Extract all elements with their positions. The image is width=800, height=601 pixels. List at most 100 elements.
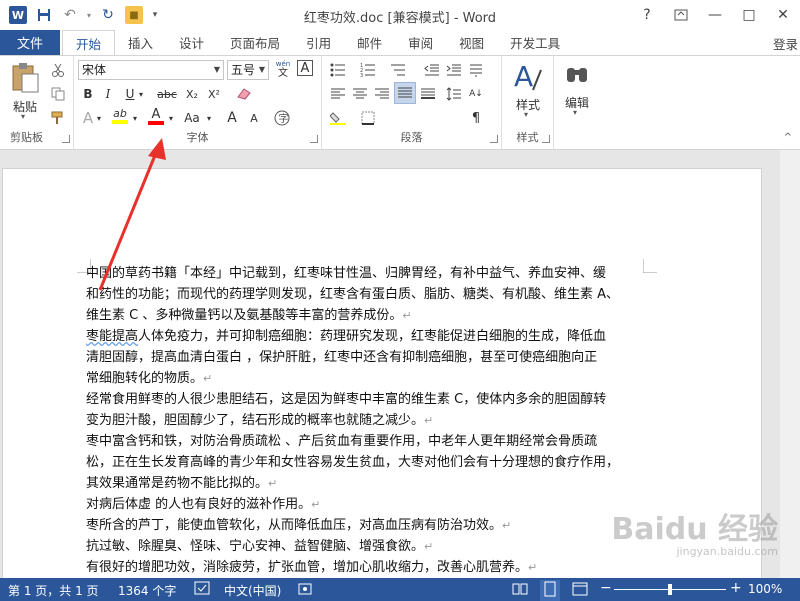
eraser-icon[interactable] <box>234 84 254 104</box>
macro-record-icon[interactable] <box>298 582 312 599</box>
borders-icon[interactable] <box>358 108 378 128</box>
phonetic-guide-button[interactable]: wén 文 <box>273 59 293 79</box>
web-layout-icon[interactable] <box>572 581 588 600</box>
cut-icon[interactable] <box>48 60 68 80</box>
align-center-icon[interactable] <box>350 84 370 104</box>
file-tab[interactable]: 文件 <box>0 30 60 55</box>
maximize-button[interactable]: □ <box>732 0 766 30</box>
chinese-layout-icon[interactable] <box>466 60 486 80</box>
bullets-icon[interactable] <box>328 60 348 80</box>
copy-icon[interactable] <box>48 84 68 104</box>
minimize-button[interactable]: — <box>698 0 732 30</box>
font-color-button[interactable]: A <box>146 106 166 126</box>
language[interactable]: 中文(中国) <box>224 582 281 599</box>
font-name-select[interactable]: 宋体 ▼ <box>78 60 224 80</box>
doc-line: 枣所含的芦丁，能使血管软化，从而降低血压，对高血压病有防治功效。↵ <box>86 518 512 533</box>
close-button[interactable]: ✕ <box>766 0 800 30</box>
vertical-scrollbar[interactable] <box>780 150 800 578</box>
decrease-indent-icon[interactable] <box>422 60 442 80</box>
doc-line: 常细胞转化的物质。↵ <box>86 371 213 386</box>
doc-line: 中国的草药书籍「本经」中记载到，红枣味甘性温、归脾胃经，有补中益气、养血安神、缓 <box>86 266 607 281</box>
show-marks-icon[interactable]: ¶ <box>466 108 486 128</box>
font-color-dropdown-icon[interactable]: ▾ <box>166 108 176 128</box>
styles-button[interactable]: A 样式 ▾ <box>508 60 548 120</box>
window-controls: ? — □ ✕ <box>630 0 800 30</box>
font-group-label: 字体 <box>186 131 209 144</box>
justify-icon[interactable] <box>394 82 416 104</box>
numbering-icon[interactable]: 123 <box>358 60 378 80</box>
svg-text:字: 字 <box>279 112 289 125</box>
superscript-button[interactable]: X² <box>204 84 224 104</box>
ribbon-display-button[interactable] <box>664 0 698 30</box>
highlight-color-bar <box>112 120 128 124</box>
align-right-icon[interactable] <box>372 84 392 104</box>
tab-references[interactable]: 引用 <box>293 30 344 55</box>
strikethrough-button[interactable]: abc <box>154 84 180 104</box>
underline-dropdown-icon[interactable]: ▾ <box>136 84 146 104</box>
font-size-value: 五号 <box>231 63 256 77</box>
highlight-button[interactable]: ab <box>110 106 130 126</box>
align-left-icon[interactable] <box>328 84 348 104</box>
tab-developer[interactable]: 开发工具 <box>497 30 573 55</box>
paragraph-group-label: 段落 <box>400 131 423 144</box>
zoom-out-button[interactable]: − <box>600 580 612 596</box>
spelling-flagged-text[interactable]: 枣能提高 <box>86 329 138 344</box>
tab-view[interactable]: 视图 <box>446 30 497 55</box>
tab-home[interactable]: 开始 <box>62 30 116 55</box>
subscript-button[interactable]: X₂ <box>182 84 202 104</box>
tab-mailings[interactable]: 邮件 <box>344 30 395 55</box>
font-dialog-launcher-icon[interactable] <box>310 135 318 143</box>
tab-page-layout[interactable]: 页面布局 <box>217 30 293 55</box>
paste-button[interactable]: 粘贴 ▾ <box>8 62 42 121</box>
multilevel-list-icon[interactable] <box>388 60 408 80</box>
italic-button[interactable]: I <box>98 84 118 104</box>
sort-icon[interactable]: A↓ <box>466 84 486 104</box>
help-button[interactable]: ? <box>630 0 664 30</box>
shrink-font-button[interactable]: A <box>244 108 264 128</box>
bold-button[interactable]: B <box>78 84 98 104</box>
character-border-button[interactable]: A <box>297 60 313 76</box>
editing-button[interactable]: 编辑 ▾ <box>558 60 596 120</box>
print-layout-icon[interactable] <box>540 580 560 601</box>
doc-line: 枣中富含钙和铁，对防治骨质疏松 、产后贫血有重要作用，中老年人更年期经常会骨质疏 <box>86 434 598 449</box>
zoom-slider-thumb[interactable] <box>668 584 672 595</box>
doc-line: 有很好的增肥功效，消除疲劳，扩张血管，增加心肌收缩力，改善心肌营养。↵ <box>86 560 538 575</box>
text-effects-dropdown-icon[interactable]: ▾ <box>94 108 104 128</box>
title-bar: W ↶ ▾ ↻ ■ ▾ 红枣功效.doc [兼容模式] - Word ? — □… <box>0 0 800 30</box>
tab-review[interactable]: 审阅 <box>395 30 446 55</box>
doc-line: 抗过敏、除腥臭、怪味、宁心安神、益智健脑、增强食欲。↵ <box>86 539 434 554</box>
word-count[interactable]: 1364 个字 <box>118 582 176 599</box>
change-case-button[interactable]: Aa <box>180 108 204 128</box>
sign-in-link[interactable]: 登录 <box>773 34 798 53</box>
document-body[interactable]: 中国的草药书籍「本经」中记载到，红枣味甘性温、归脾胃经，有补中益气、养血安神、缓… <box>86 263 646 578</box>
tab-design[interactable]: 设计 <box>166 30 217 55</box>
font-group: 宋体 ▼ 五号 ▼ wén 文 A B I U ▾ abc X₂ X² A ▾ … <box>74 56 322 149</box>
grow-font-button[interactable]: A <box>222 108 242 128</box>
highlight-dropdown-icon[interactable]: ▾ <box>130 108 140 128</box>
paragraph-launcher-icon[interactable] <box>490 135 498 143</box>
styles-launcher-icon[interactable] <box>542 135 550 143</box>
doc-line: 清胆固醇，提高血清白蛋白 ，保护肝脏，红枣中还含有抑制癌细胞，甚至可使癌细胞向正 <box>86 350 598 365</box>
format-painter-icon[interactable] <box>48 108 68 128</box>
zoom-level[interactable]: 100% <box>748 582 782 596</box>
editing-group: 编辑 ▾ <box>554 56 600 149</box>
chevron-down-icon: ▼ <box>213 65 220 74</box>
enclose-characters-button[interactable]: 字 <box>272 108 292 128</box>
document-area: 中国的草药书籍「本经」中记载到，红枣味甘性温、归脾胃经，有补中益气、养血安神、缓… <box>0 150 800 588</box>
collapse-ribbon-icon[interactable]: ^ <box>784 132 792 143</box>
distributed-icon[interactable] <box>418 84 438 104</box>
page-count[interactable]: 第 1 页，共 1 页 <box>8 582 99 599</box>
read-mode-icon[interactable] <box>512 581 528 600</box>
clipboard-launcher-icon[interactable] <box>62 135 70 143</box>
doc-line: 其效果通常是药物不能比拟的。↵ <box>86 476 278 491</box>
font-size-select[interactable]: 五号 ▼ <box>227 60 269 80</box>
increase-indent-icon[interactable] <box>444 60 464 80</box>
chevron-down-icon: ▼ <box>258 65 265 74</box>
change-case-dropdown-icon[interactable]: ▾ <box>204 108 214 128</box>
doc-line: 枣能提高人体免疫力，并可抑制癌细胞：药理研究发现，红枣能促进白细胞的生成，降低血 <box>86 329 607 344</box>
line-spacing-icon[interactable] <box>444 84 464 104</box>
shading-icon[interactable] <box>328 108 348 128</box>
tab-insert[interactable]: 插入 <box>115 30 166 55</box>
zoom-in-button[interactable]: + <box>730 580 742 596</box>
proofing-icon[interactable] <box>194 581 210 598</box>
